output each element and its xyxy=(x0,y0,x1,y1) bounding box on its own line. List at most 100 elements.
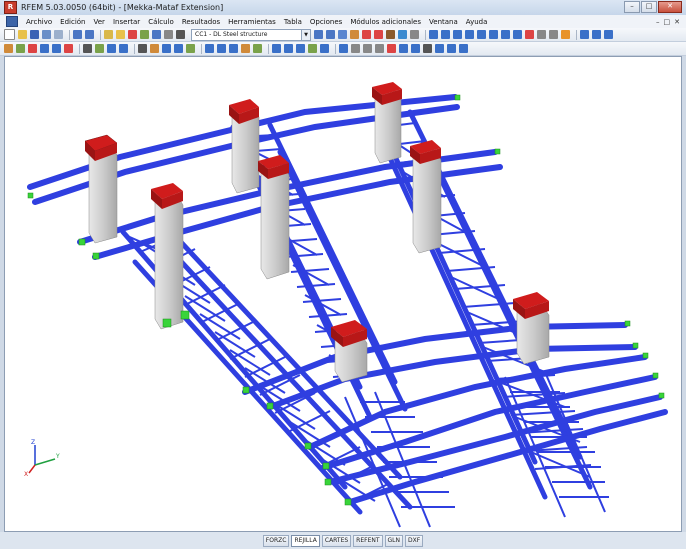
menu-insertar[interactable]: Insertar xyxy=(109,18,144,26)
menu-ventana[interactable]: Ventana xyxy=(425,18,462,26)
menu-herramientas[interactable]: Herramientas xyxy=(224,18,280,26)
menu-archivo[interactable]: Archivo xyxy=(22,18,56,26)
deformation-icon[interactable] xyxy=(350,30,359,39)
status-dxf-button[interactable]: DXF xyxy=(405,534,424,547)
status-forzc-button[interactable]: FORZC xyxy=(262,534,290,547)
render-icon[interactable] xyxy=(537,30,546,39)
display-navigator-icon[interactable] xyxy=(561,30,570,39)
rfem-logo-icon[interactable]: R xyxy=(4,1,17,14)
view-icon[interactable] xyxy=(152,30,161,39)
cross-section-icon[interactable] xyxy=(162,44,171,53)
generate-icon[interactable] xyxy=(339,44,348,53)
menu-opciones[interactable]: Opciones xyxy=(306,18,346,26)
connect-icon[interactable] xyxy=(399,44,408,53)
open-folder-icon[interactable] xyxy=(18,30,27,39)
polyline-icon[interactable] xyxy=(375,44,384,53)
comment-icon[interactable] xyxy=(284,44,293,53)
panel-icon[interactable] xyxy=(604,30,613,39)
status-gln-button[interactable]: GLN xyxy=(384,534,404,547)
divide-icon[interactable] xyxy=(387,44,396,53)
edit-icon[interactable] xyxy=(104,30,113,39)
section-icon[interactable] xyxy=(320,44,329,53)
view-x-icon[interactable] xyxy=(441,30,450,39)
load-wizard-icon[interactable] xyxy=(253,44,262,53)
status-refent-button[interactable]: REFENT xyxy=(353,534,383,547)
nodal-load-icon[interactable] xyxy=(205,44,214,53)
animation-icon[interactable] xyxy=(410,30,419,39)
rotate-node-icon[interactable] xyxy=(40,44,49,53)
view-y-icon[interactable] xyxy=(453,30,462,39)
table-icon[interactable] xyxy=(164,30,173,39)
surface-icon[interactable] xyxy=(119,44,128,53)
zoom-all-icon[interactable] xyxy=(477,30,486,39)
tables-icon[interactable] xyxy=(592,30,601,39)
material-icon[interactable] xyxy=(174,44,183,53)
search-icon[interactable] xyxy=(116,30,125,39)
menu-resultados[interactable]: Resultados xyxy=(178,18,224,26)
view-z-icon[interactable] xyxy=(465,30,474,39)
guideline-icon[interactable] xyxy=(296,44,305,53)
menu-calculo[interactable]: Cálculo xyxy=(144,18,178,26)
save-icon[interactable] xyxy=(30,30,39,39)
model-check-icon[interactable] xyxy=(447,44,456,53)
member-results-icon[interactable] xyxy=(386,30,395,39)
close-button[interactable]: ✕ xyxy=(658,1,682,13)
extrude-icon[interactable] xyxy=(411,44,420,53)
print-graphic-icon[interactable] xyxy=(54,30,63,39)
print-icon[interactable] xyxy=(42,30,51,39)
status-cartes-button[interactable]: CARTES xyxy=(321,534,352,547)
calculate-icon[interactable] xyxy=(128,30,137,39)
dimension-icon[interactable] xyxy=(272,44,281,53)
numbering-icon[interactable] xyxy=(459,44,468,53)
undo-icon[interactable] xyxy=(73,30,82,39)
delete-icon[interactable] xyxy=(64,44,73,53)
hinge-icon[interactable] xyxy=(150,44,159,53)
imposed-deformation-icon[interactable] xyxy=(241,44,250,53)
menu-ver[interactable]: Ver xyxy=(90,18,109,26)
check-icon[interactable] xyxy=(435,44,444,53)
maximize-button[interactable]: □ xyxy=(641,1,657,13)
mdi-restore-button[interactable]: □ xyxy=(664,18,671,26)
diagram-icon[interactable] xyxy=(362,30,371,39)
node-icon[interactable] xyxy=(83,44,92,53)
hide-icon[interactable] xyxy=(525,30,534,39)
results-icon[interactable] xyxy=(140,30,149,39)
project-navigator-icon[interactable] xyxy=(580,30,589,39)
measure-icon[interactable] xyxy=(351,44,360,53)
redo-icon[interactable] xyxy=(85,30,94,39)
grid-icon[interactable] xyxy=(176,30,185,39)
member-load-icon[interactable] xyxy=(217,44,226,53)
surface-load-icon[interactable] xyxy=(229,44,238,53)
status-rejilla-button[interactable]: REJILLA xyxy=(291,534,320,547)
previous-icon[interactable] xyxy=(314,30,323,39)
mirror-icon[interactable] xyxy=(52,44,61,53)
arc-icon[interactable] xyxy=(363,44,372,53)
support-icon[interactable] xyxy=(138,44,147,53)
line-icon[interactable] xyxy=(95,44,104,53)
rotate-icon[interactable] xyxy=(501,30,510,39)
show-results-icon[interactable] xyxy=(338,30,347,39)
snap-icon[interactable] xyxy=(423,44,432,53)
member-icon[interactable] xyxy=(107,44,116,53)
copy-icon[interactable] xyxy=(28,44,37,53)
chevron-down-icon[interactable]: ▼ xyxy=(301,28,311,41)
mdi-minimize-button[interactable]: – xyxy=(656,18,660,26)
visibility-icon[interactable] xyxy=(308,44,317,53)
load-case-select[interactable]: CC1 - DL Steel structure xyxy=(191,28,302,41)
menu-tabla[interactable]: Tabla xyxy=(280,18,306,26)
menu-edicion[interactable]: Edición xyxy=(56,18,89,26)
menu-modulos[interactable]: Módulos adicionales xyxy=(346,18,425,26)
wireframe-icon[interactable] xyxy=(549,30,558,39)
view-iso-icon[interactable] xyxy=(429,30,438,39)
menu-ayuda[interactable]: Ayuda xyxy=(462,18,492,26)
surface-results-icon[interactable] xyxy=(398,30,407,39)
move-icon[interactable] xyxy=(16,44,25,53)
load-icon[interactable] xyxy=(186,44,195,53)
values-icon[interactable] xyxy=(374,30,383,39)
pan-icon[interactable] xyxy=(513,30,522,39)
model-viewport[interactable]: Z Y X xyxy=(4,56,682,532)
new-file-icon[interactable] xyxy=(4,29,15,40)
minimize-button[interactable]: – xyxy=(624,1,640,13)
next-icon[interactable] xyxy=(326,30,335,39)
select-icon[interactable] xyxy=(4,44,13,53)
